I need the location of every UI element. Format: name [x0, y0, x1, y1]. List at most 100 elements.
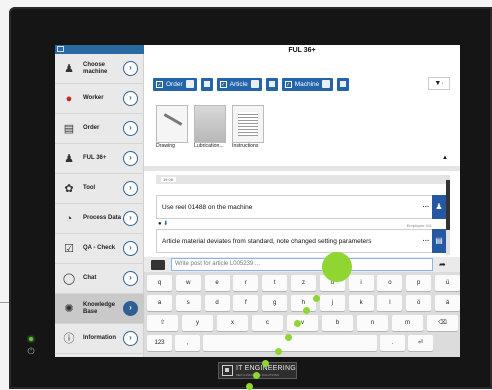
post-text: Article material deviates from standard,…: [162, 237, 372, 245]
keyboard-key[interactable]: m: [392, 315, 423, 331]
sidebar-item[interactable]: ▤ Order ›: [55, 114, 144, 144]
power-icon[interactable]: ⏻: [26, 346, 36, 356]
keyboard-key[interactable]: f: [233, 295, 259, 311]
alert-icon: ●: [158, 221, 162, 227]
chevron-right-icon[interactable]: ›: [123, 151, 138, 166]
keyboard-key[interactable]: z: [291, 275, 316, 291]
chevron-right-icon[interactable]: ›: [123, 241, 138, 256]
keyboard-key[interactable]: g: [262, 295, 288, 311]
keyboard-key[interactable]: n: [357, 315, 388, 331]
keyboard-key[interactable]: .: [380, 335, 405, 351]
sidebar-item-label: Tool: [83, 185, 96, 191]
checkbox-icon: ✓: [284, 80, 292, 88]
status-led: [29, 337, 33, 341]
order-icon: [185, 80, 194, 88]
keyboard-key[interactable]: b: [322, 315, 353, 331]
post-item[interactable]: Use reel 01488 on the machine ··· ♟: [156, 195, 446, 219]
keyboard-key[interactable]: ,: [175, 335, 200, 351]
brand-subtitle: MES & PROCESS SOLUTIONS: [236, 372, 280, 377]
keyboard-key[interactable]: 123: [147, 335, 172, 351]
chevron-right-icon[interactable]: ›: [123, 181, 138, 196]
more-options-icon[interactable]: ···: [420, 204, 432, 211]
keyboard-key[interactable]: ⏎: [408, 335, 433, 351]
keyboard-key[interactable]: s: [175, 295, 201, 311]
keyboard-key[interactable]: q: [147, 275, 172, 291]
sidebar-item-label: Information: [83, 335, 116, 341]
sidebar-item[interactable]: ♟ Choose machine ›: [55, 54, 144, 84]
collapse-icon[interactable]: ▲: [442, 155, 448, 161]
sidebar-item[interactable]: ● Worker ›: [55, 84, 144, 114]
sidebar-item[interactable]: ✿ Tool ›: [55, 174, 144, 204]
keyboard-key[interactable]: v: [287, 315, 318, 331]
checkbox-icon: ✓: [219, 80, 227, 88]
chevron-right-icon[interactable]: ›: [123, 121, 138, 136]
keyboard-key[interactable]: ⇧: [147, 315, 178, 331]
bulb-icon: ✺: [64, 302, 74, 315]
post-input[interactable]: Write post for article L005239 ...: [171, 258, 433, 271]
gesture-dot: [253, 372, 260, 379]
sidebar-item-label: Process Data: [83, 215, 122, 221]
sidebar-item[interactable]: ♟ FUL 36+ ›: [55, 144, 144, 174]
more-options-icon[interactable]: ···: [420, 238, 432, 245]
keyboard-icon[interactable]: [151, 259, 165, 270]
keyboard-key[interactable]: i: [348, 275, 374, 291]
keyboard-key[interactable]: l: [377, 295, 403, 311]
add-article-button[interactable]: [265, 77, 278, 91]
keyboard-key[interactable]: j: [319, 295, 345, 311]
add-order-button[interactable]: [200, 77, 213, 91]
filter-machine-chip[interactable]: ✓ Machine: [281, 77, 334, 91]
keyboard-key[interactable]: ä: [435, 295, 460, 311]
keyboard-key[interactable]: p: [406, 275, 432, 291]
keyboard-key[interactable]: d: [204, 295, 230, 311]
chevron-right-icon[interactable]: ›: [123, 301, 138, 316]
gesture-dot: [262, 360, 269, 367]
keyboard-key[interactable]: x: [217, 315, 248, 331]
gesture-dot: [294, 320, 301, 327]
chevron-right-icon[interactable]: ›: [123, 331, 138, 346]
chevron-right-icon[interactable]: ›: [123, 61, 138, 76]
gear-icon: ✿: [64, 182, 74, 195]
scrollbar[interactable]: [446, 175, 450, 255]
sidebar-item-label: Worker: [83, 95, 104, 101]
post-date-header: 19.08.: [156, 175, 446, 184]
document-lubrication[interactable]: Lubrication...: [194, 105, 228, 150]
keyboard-key[interactable]: a: [147, 295, 172, 311]
document-thumbnail: [232, 105, 264, 143]
sidebar-item[interactable]: ◯ Chat ›: [55, 264, 144, 294]
keyboard-key[interactable]: c: [252, 315, 283, 331]
chevron-right-icon[interactable]: ›: [123, 211, 138, 226]
keyboard-key[interactable]: e: [204, 275, 230, 291]
sidebar-item[interactable]: ☑ QA - Check ›: [55, 234, 144, 264]
keyboard-key[interactable]: ⌫: [427, 315, 458, 331]
post-item[interactable]: Article material deviates from standard,…: [156, 223, 446, 253]
onscreen-keyboard: q w e r t z u i o p ü a s d f g h j k l ö ä ⇧ y x c v b n m ⌫ 123,. ⏎: [144, 272, 460, 357]
document-instructions[interactable]: Instructions: [232, 105, 266, 150]
keyboard-key[interactable]: y: [182, 315, 213, 331]
document-drawing[interactable]: Drawing: [156, 105, 190, 150]
keyboard-key[interactable]: r: [233, 275, 259, 291]
keyboard-key[interactable]: t: [262, 275, 288, 291]
gesture-dot: [313, 295, 320, 302]
sidebar-item[interactable]: ⓘ Information ›: [55, 324, 144, 354]
gesture-dot: [285, 334, 292, 341]
gauge-icon: ◔: [65, 212, 73, 225]
sidebar-item[interactable]: ◔ Process Data ›: [55, 204, 144, 234]
keyboard-key[interactable]: w: [175, 275, 201, 291]
filter-dropdown-button[interactable]: ▼·: [428, 77, 450, 90]
add-machine-button[interactable]: [337, 77, 350, 91]
filter-order-chip[interactable]: ✓ Order: [153, 77, 197, 91]
sidebar-item-label: Choose machine: [83, 61, 108, 75]
post-date: 19.08.: [161, 177, 176, 182]
filter-article-chip[interactable]: ✓ Article: [216, 77, 262, 91]
sidebar-item-label: Knowledge Base: [83, 301, 116, 315]
keyboard-key[interactable]: k: [348, 295, 374, 311]
sidebar-item[interactable]: ✺ Knowledge Base ›: [55, 294, 144, 324]
keyboard-key[interactable]: ü: [435, 275, 460, 291]
keyboard-key[interactable]: o: [377, 275, 403, 291]
chevron-right-icon[interactable]: ›: [123, 91, 138, 106]
chevron-right-icon[interactable]: ›: [123, 271, 138, 286]
scrollbar-thumb[interactable]: [446, 180, 450, 230]
send-icon[interactable]: ➦: [439, 260, 451, 269]
machine-icon: ♟: [64, 152, 74, 165]
keyboard-key[interactable]: ö: [406, 295, 432, 311]
